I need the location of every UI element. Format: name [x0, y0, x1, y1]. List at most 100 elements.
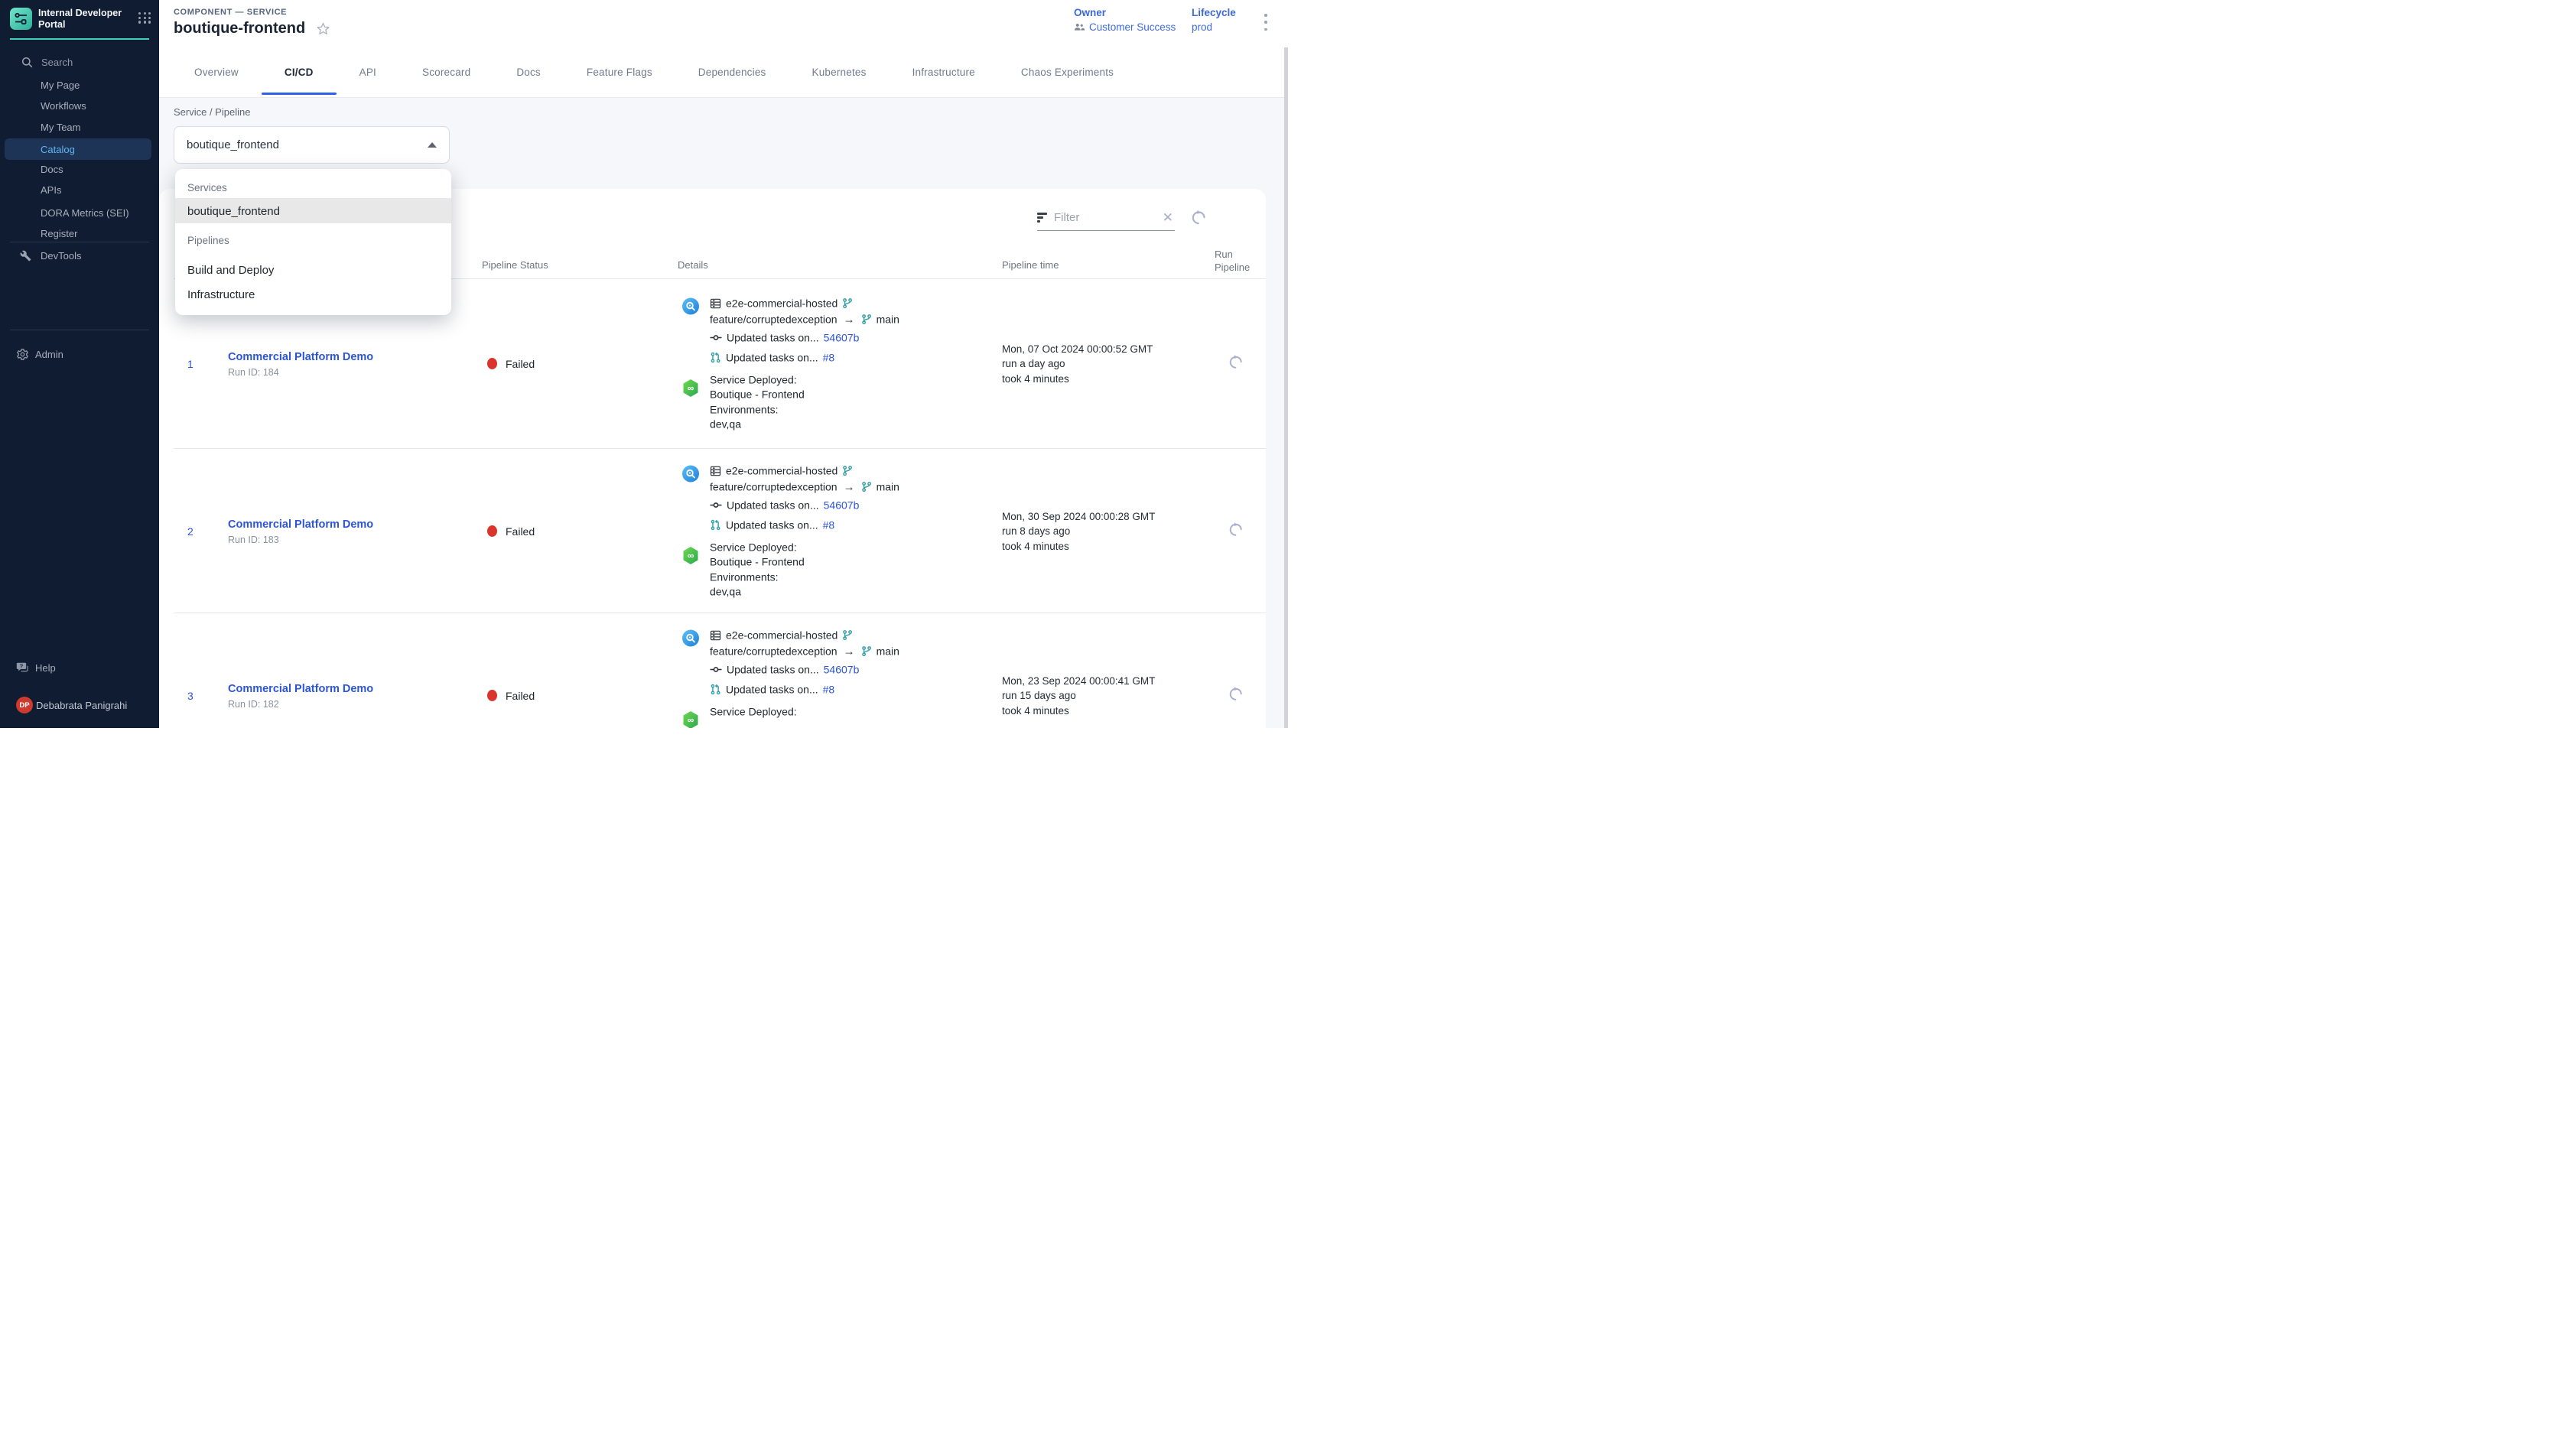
- branch-to: main: [877, 479, 899, 495]
- details-cell: e2e-commercial-hosted feature/corruptede…: [682, 627, 899, 728]
- entity-kind-label: COMPONENT — SERVICE: [174, 8, 287, 17]
- commit-message: Updated tasks on...: [727, 497, 819, 513]
- col-details: Details: [678, 259, 708, 271]
- tab-chaos-experiments[interactable]: Chaos Experiments: [998, 50, 1137, 93]
- branch-to: main: [877, 643, 899, 659]
- pr-number-link[interactable]: #8: [823, 681, 835, 697]
- git-branch-icon: [842, 298, 853, 309]
- lifecycle-label: Lifecycle: [1192, 7, 1236, 18]
- failed-dot-icon: [487, 525, 497, 537]
- search-input[interactable]: Search: [0, 52, 159, 72]
- filter-input[interactable]: [1054, 211, 1161, 224]
- failed-dot-icon: [487, 358, 497, 369]
- run-id: Run ID: 184: [228, 367, 373, 378]
- run-number[interactable]: 3: [187, 690, 194, 702]
- status-cell: Failed: [487, 358, 535, 370]
- avatar: DP: [16, 697, 33, 713]
- sidebar-item-dora-metrics[interactable]: DORA Metrics (SEI): [0, 202, 159, 223]
- page-title: boutique-frontend: [174, 20, 305, 37]
- sidebar-item-admin[interactable]: Admin: [0, 343, 159, 365]
- pipeline-link[interactable]: Commercial Platform Demo: [228, 518, 373, 531]
- deploy-line: Service Deployed:: [710, 372, 805, 388]
- pr-number-link[interactable]: #8: [823, 517, 835, 533]
- status-cell: Failed: [487, 690, 535, 702]
- pull-request-icon: [710, 352, 721, 364]
- dropdown-option-build-and-deploy[interactable]: Build and Deploy: [175, 258, 451, 282]
- sidebar-item-devtools[interactable]: DevTools: [0, 245, 159, 266]
- git-commit-icon: [710, 501, 722, 510]
- branch-from: feature/corruptedexception: [710, 311, 838, 327]
- service-pipeline-select[interactable]: boutique_frontend: [174, 126, 450, 164]
- commit-sha-link[interactable]: 54607b: [824, 497, 860, 513]
- sidebar-item-workflows[interactable]: Workflows: [0, 95, 159, 116]
- pipeline-link[interactable]: Commercial Platform Demo: [228, 351, 373, 363]
- cd-deploy-icon: ∞: [682, 546, 699, 567]
- col-run-pipeline: Run Pipeline: [1215, 248, 1262, 274]
- run-number[interactable]: 2: [187, 525, 194, 538]
- col-pipeline-status: Pipeline Status: [482, 259, 548, 271]
- rerun-pipeline-icon[interactable]: [1228, 354, 1244, 373]
- main-area: COMPONENT — SERVICE boutique-frontend Ow…: [159, 0, 1288, 728]
- details-cell: e2e-commercial-hosted feature/corruptede…: [682, 295, 899, 432]
- dropdown-option-boutique-frontend[interactable]: boutique_frontend: [175, 199, 451, 223]
- branch-from: feature/corruptedexception: [710, 479, 838, 495]
- commit-message: Updated tasks on...: [727, 661, 819, 678]
- tab-feature-flags[interactable]: Feature Flags: [564, 50, 675, 93]
- deploy-line: Service Deployed:: [710, 704, 797, 720]
- deploy-line: Environments:: [710, 402, 805, 418]
- dropdown-option-infrastructure[interactable]: Infrastructure: [175, 282, 451, 307]
- search-label: Search: [41, 57, 73, 68]
- more-options-icon[interactable]: [1258, 12, 1273, 32]
- pipeline-time-cell: Mon, 23 Sep 2024 00:00:41 GMT run 15 day…: [1002, 673, 1155, 718]
- tab-api[interactable]: API: [337, 50, 399, 93]
- refresh-icon[interactable]: [1191, 210, 1207, 229]
- commit-sha-link[interactable]: 54607b: [824, 661, 860, 678]
- svg-text:?: ?: [20, 663, 24, 670]
- sidebar-item-apis[interactable]: APIs: [0, 179, 159, 200]
- pr-message: Updated tasks on...: [726, 517, 818, 533]
- brand-divider: [10, 38, 149, 40]
- repo-name: e2e-commercial-hosted: [726, 295, 838, 311]
- pipeline-name-cell: Commercial Platform Demo Run ID: 182: [228, 682, 373, 710]
- run-number[interactable]: 1: [187, 358, 194, 370]
- arrow-right-icon: →: [842, 311, 857, 327]
- tab-cicd[interactable]: CI/CD: [262, 50, 337, 93]
- sidebar-item-docs[interactable]: Docs: [0, 158, 159, 180]
- tab-kubernetes[interactable]: Kubernetes: [789, 50, 890, 93]
- dropdown-group-services: Services: [175, 177, 451, 198]
- user-menu[interactable]: DP Debabrata Panigrahi: [0, 694, 159, 716]
- tab-infrastructure[interactable]: Infrastructure: [890, 50, 998, 93]
- sidebar-item-catalog[interactable]: Catalog: [5, 138, 151, 160]
- pr-message: Updated tasks on...: [726, 681, 818, 697]
- svg-text:∞: ∞: [688, 382, 694, 393]
- owner-link[interactable]: Customer Success: [1074, 21, 1176, 33]
- deploy-line: Boutique - Frontend: [710, 388, 805, 403]
- sidebar-item-my-page[interactable]: My Page: [0, 74, 159, 96]
- sidebar-item-help[interactable]: ? Help: [0, 657, 159, 678]
- sidebar-item-my-team[interactable]: My Team: [0, 116, 159, 138]
- clear-filter-icon[interactable]: ✕: [1161, 211, 1175, 224]
- branch-to: main: [877, 311, 899, 327]
- tab-scorecard[interactable]: Scorecard: [399, 50, 493, 93]
- sidebar-item-register[interactable]: Register: [0, 223, 159, 244]
- commit-sha-link[interactable]: 54607b: [824, 330, 860, 346]
- pipeline-time-cell: Mon, 07 Oct 2024 00:00:52 GMT run a day …: [1002, 341, 1153, 386]
- pr-number-link[interactable]: #8: [823, 349, 835, 366]
- favorite-star-icon[interactable]: [316, 21, 330, 36]
- pipeline-link[interactable]: Commercial Platform Demo: [228, 683, 373, 695]
- deploy-line: dev,qa: [710, 585, 805, 600]
- brand: Internal Developer Portal: [10, 8, 151, 30]
- run-id: Run ID: 183: [228, 535, 373, 545]
- arrow-right-icon: →: [842, 643, 857, 659]
- vertical-scrollbar[interactable]: [1284, 47, 1288, 728]
- tab-overview[interactable]: Overview: [171, 50, 262, 93]
- pr-message: Updated tasks on...: [726, 349, 818, 366]
- tab-docs[interactable]: Docs: [493, 50, 564, 93]
- rerun-pipeline-icon[interactable]: [1228, 522, 1244, 541]
- rerun-pipeline-icon[interactable]: [1228, 686, 1244, 705]
- app-grid-icon[interactable]: [138, 12, 151, 24]
- status-cell: Failed: [487, 525, 535, 538]
- tab-dependencies[interactable]: Dependencies: [675, 50, 789, 93]
- git-branch-icon: [861, 646, 872, 657]
- repo-name: e2e-commercial-hosted: [726, 627, 838, 643]
